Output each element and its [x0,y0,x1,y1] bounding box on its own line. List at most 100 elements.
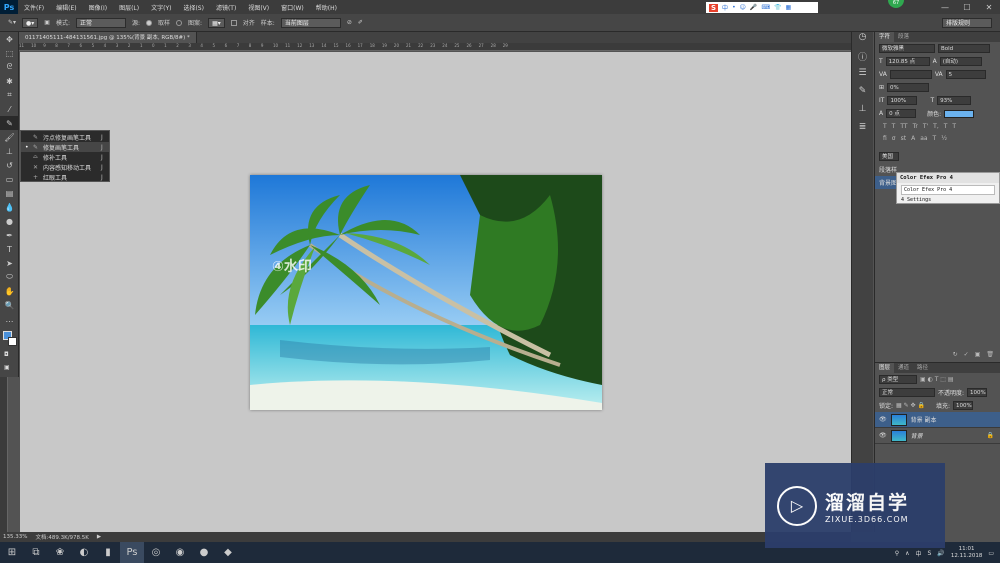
sample-select[interactable]: 当前图层 [280,17,341,28]
flyout-item-spot-healing[interactable]: ✎ 污点修复画笔工具 J [21,132,109,142]
move-tool-icon[interactable]: ✥ [0,32,19,46]
history-brush-tool-icon[interactable]: ↺ [0,158,19,172]
clone-source-icon[interactable]: ⊥ [852,104,873,122]
app-icon-1[interactable]: ❀ [48,542,72,563]
info-icon[interactable]: ⓘ [852,50,873,68]
all-caps-button[interactable]: TT [900,123,907,130]
history-icon[interactable]: ◷ [852,32,873,50]
tab-layers[interactable]: 图层 [875,363,895,373]
ime-keyboard-icon[interactable]: ⌨ [761,4,770,11]
ime-lang[interactable]: 中 [722,3,728,12]
font-size-field[interactable]: 120.85 点 [885,57,930,66]
quick-select-tool-icon[interactable]: ✱ [0,74,19,88]
app-icon-blue[interactable]: ◆ [216,542,240,563]
ime-mic-icon[interactable]: 🎤 [750,4,757,11]
layer-row-copy[interactable]: 👁 背景 副本 [875,412,1000,428]
menu-file[interactable]: 文件(F) [18,3,50,12]
titling-icon[interactable]: aa [920,135,927,142]
ornament-icon[interactable]: σ [892,135,896,142]
fill-field[interactable]: 100% [952,401,973,410]
pen-tool-icon[interactable]: ✒ [0,228,19,242]
color-efex-popup[interactable]: Color Efex Pro 4 Color Efex Pro 4 4 Sett… [896,172,1000,204]
clear-override-icon[interactable]: ↻ [953,351,958,358]
chrome-icon[interactable]: ◎ [144,542,168,563]
tray-person-icon[interactable]: ⚲ [895,550,899,557]
layer-row-background[interactable]: 👁 背景 🔒 [875,428,1000,444]
ignore-adjustment-icon[interactable]: ⊘ [347,19,352,26]
underline-button[interactable]: T [944,123,948,130]
blur-tool-icon[interactable]: 💧 [0,200,19,214]
plugin-subtitle[interactable]: Color Efex Pro 4 [901,185,995,195]
windows-start-icon[interactable]: ⊞ [0,542,24,563]
clone-stamp-tool-icon[interactable]: ⊥ [0,144,19,158]
ime-punct[interactable]: • [732,4,736,11]
zoom-level[interactable]: 135.33% [3,534,27,540]
workspace-select[interactable]: 排版规则 [942,18,992,28]
document-tab[interactable]: 01171405111-484131561.jpg @ 135%(背景 副本, … [19,32,197,43]
screen-mode-icon[interactable]: ▣ [4,364,10,371]
language-select[interactable]: 美国 [879,152,899,161]
horizontal-ruler[interactable]: 11 10 9 8 7 6 5 4 3 2 1 0 1 2 3 4 5 6 7 8 9 10 11 12 13 14 15 16 17 1… [19,43,851,51]
pattern-picker[interactable]: ▦▾ [208,17,225,28]
faux-italic-button[interactable]: T [892,123,896,130]
properties-icon[interactable]: ☰ [852,68,873,86]
zoom-tool-icon[interactable]: 🔍 [0,298,19,312]
task-view-icon[interactable]: ⧉ [24,542,48,563]
photoshop-taskbar-icon[interactable]: Ps [120,542,144,563]
eyedropper-tool-icon[interactable]: ⁄ [0,102,19,116]
horizontal-scale-field[interactable]: 93% [937,96,972,105]
subscript-button[interactable]: T, [933,123,939,130]
tab-paragraph[interactable]: 段落 [894,32,913,42]
wechat-icon[interactable]: ◉ [168,542,192,563]
delete-style-icon[interactable]: 🗑 [986,351,994,358]
filter-icons[interactable]: ▣ ◐ T ⬚ ▤ [920,376,954,383]
pressure-icon[interactable]: ✐ [358,19,363,26]
type-tool-icon[interactable]: T [0,242,19,256]
stylistic-icon[interactable]: st [901,135,906,142]
healing-brush-tool-icon[interactable]: ✎ [0,116,19,130]
small-caps-button[interactable]: Tr [913,123,918,130]
menu-select[interactable]: 选择(S) [177,3,210,12]
healing-brush-icon[interactable]: ✎▾ [8,19,16,26]
opacity-field[interactable]: 100% [967,388,988,397]
fi-ligature-icon[interactable]: fi [883,135,887,142]
vertical-ruler[interactable] [0,377,8,532]
ime-tools-icon[interactable]: ▦ [786,4,792,11]
status-arrow-icon[interactable]: ▶ [97,534,101,540]
flyout-item-red-eye[interactable]: + 红眼工具 J [21,172,109,182]
mode-select[interactable]: 正常 [76,17,126,28]
menu-window[interactable]: 窗口(W) [275,3,310,12]
strikethrough-button[interactable]: T [952,123,956,130]
toggle-brush-panel-icon[interactable]: ▣ [44,19,50,26]
vertical-scale-field[interactable]: 100% [887,96,918,105]
menu-image[interactable]: 图像(I) [83,3,113,12]
lasso-tool-icon[interactable]: ᘓ [0,60,19,74]
notifications-icon[interactable]: ▭ [988,550,994,557]
app-icon-green2[interactable]: ● [192,542,216,563]
redefine-style-icon[interactable]: ✓ [964,351,969,358]
tab-channels[interactable]: 通道 [894,363,913,373]
menu-filter[interactable]: 滤镜(T) [210,3,242,12]
aligned-checkbox[interactable] [230,19,237,26]
faux-bold-button[interactable]: T [883,123,887,130]
hand-tool-icon[interactable]: ✋ [0,284,19,298]
font-family-select[interactable]: 微软雅黑 [879,44,935,53]
browser-icon[interactable]: ◐ [72,542,96,563]
tracking-field[interactable]: 5 [945,70,986,79]
ordinal-icon[interactable]: T [933,135,937,142]
superscript-button[interactable]: T' [923,123,928,130]
source-pattern-radio[interactable] [176,19,183,26]
text-color-swatch[interactable] [944,109,975,118]
layer-name[interactable]: 背景 副本 [911,415,937,424]
kerning-field[interactable] [889,70,932,79]
flyout-item-content-aware-move[interactable]: ✕ 内容感知移动工具 J [21,162,109,172]
document-image[interactable] [250,175,602,410]
menu-help[interactable]: 帮助(H) [310,3,343,12]
doc-size[interactable]: 文档:489.3K/978.5K [35,533,88,541]
flyout-item-patch[interactable]: ⌓ 修补工具 J [21,152,109,162]
baseline-field[interactable]: 0 点 [886,109,917,118]
menu-layer[interactable]: 图层(L) [113,3,145,12]
tab-character[interactable]: 字符 [875,32,895,42]
brush-panel-icon[interactable]: ✎ [852,86,873,104]
tab-paths[interactable]: 路径 [913,363,932,373]
